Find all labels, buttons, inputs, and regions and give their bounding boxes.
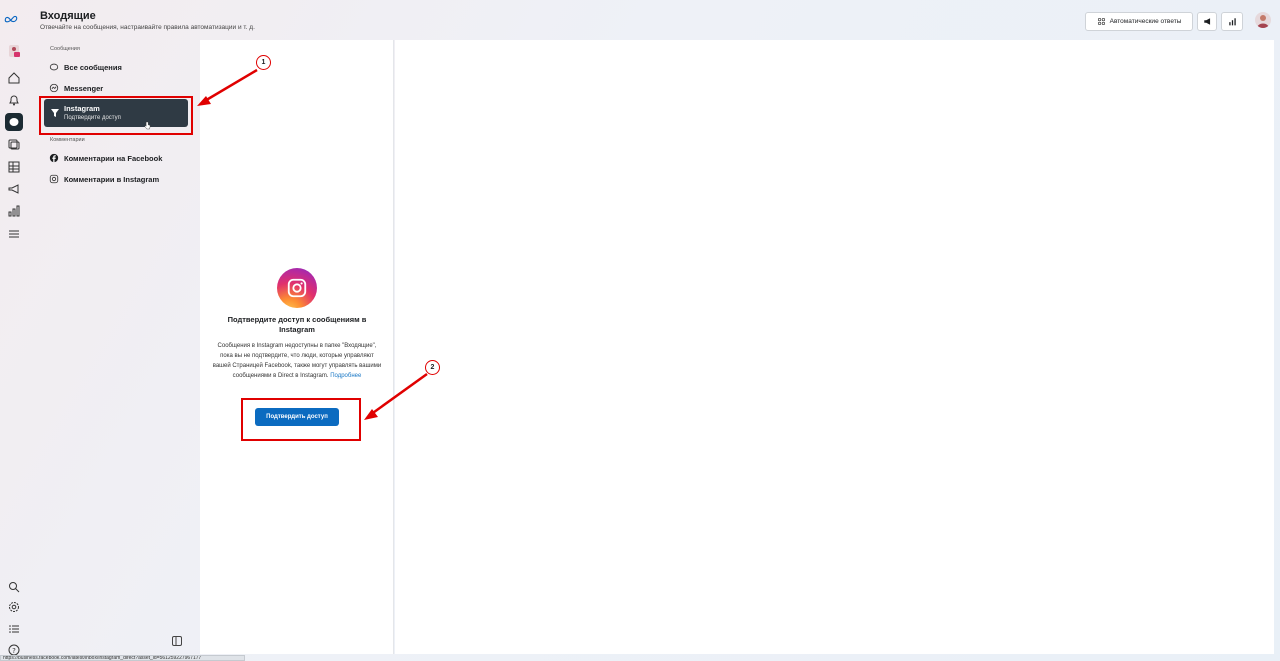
highlight-box-instagram <box>39 96 193 135</box>
svg-text:?: ? <box>12 647 16 655</box>
automation-icon <box>1097 17 1105 26</box>
chat-bubbles-icon <box>48 62 59 73</box>
empty-state-title: Подтвердите доступ к сообщениям в Instag… <box>227 315 367 334</box>
sidebar-item-label: Messenger <box>64 83 104 93</box>
sidebar-item-label: Комментарии в Instagram <box>64 174 160 184</box>
auto-replies-button[interactable]: Автоматические ответы <box>1085 12 1193 31</box>
settings-icon[interactable] <box>5 598 23 616</box>
sidebar-item-messenger[interactable]: Messenger <box>48 79 192 97</box>
messenger-icon <box>48 83 59 94</box>
instagram-icon <box>48 174 59 185</box>
page-header: Входящие Отвечайте на сообщения, настраи… <box>40 10 255 31</box>
home-icon[interactable] <box>5 69 23 87</box>
section-label-messages: Сообщения <box>50 46 80 52</box>
page-title: Входящие <box>40 10 96 22</box>
section-label-comments: Комментарии <box>50 137 85 143</box>
announcements-button[interactable] <box>1197 12 1217 31</box>
list-icon[interactable] <box>5 620 23 638</box>
empty-state-body: Сообщения в Instagram недоступны в папке… <box>212 341 382 381</box>
status-bar-url: https://business.facebook.com/latest/inb… <box>0 655 245 661</box>
conversation-detail-panel <box>395 40 1274 654</box>
sidebar-item-fb-comments[interactable]: Комментарии на Facebook <box>48 149 192 167</box>
search-icon[interactable] <box>5 578 23 596</box>
insights-button[interactable] <box>1221 12 1243 31</box>
page-subtitle: Отвечайте на сообщения, настраивайте пра… <box>40 24 255 31</box>
insights-icon[interactable] <box>5 202 23 220</box>
annotation-badge-2: 2 <box>425 360 440 375</box>
collapse-sidebar-icon[interactable] <box>172 636 182 646</box>
inbox-icon[interactable] <box>5 113 23 131</box>
megaphone-icon <box>1203 18 1210 25</box>
bar-chart-icon <box>1228 18 1236 26</box>
facebook-icon <box>48 153 59 164</box>
megaphone-icon[interactable] <box>5 180 23 198</box>
bell-icon[interactable] <box>5 91 23 109</box>
sidebar-item-all-messages[interactable]: Все сообщения <box>48 58 192 76</box>
content-icon[interactable] <box>5 135 23 153</box>
table-icon[interactable] <box>5 158 23 176</box>
sidebar-item-label: Комментарии на Facebook <box>64 153 163 163</box>
auto-replies-label: Автоматические ответы <box>1109 18 1182 25</box>
avatar[interactable] <box>1255 12 1271 28</box>
instagram-logo-icon <box>277 268 317 308</box>
sidebar-item-label: Все сообщения <box>64 62 122 72</box>
sidebar-item-ig-comments[interactable]: Комментарии в Instagram <box>48 170 192 188</box>
annotation-badge-1: 1 <box>256 55 271 70</box>
highlight-box-confirm <box>241 398 361 441</box>
learn-more-link[interactable]: Подробнее <box>330 373 361 379</box>
left-rail: ? <box>0 0 28 661</box>
meta-logo[interactable] <box>4 12 18 26</box>
business-account-icon[interactable] <box>5 42 23 60</box>
menu-icon[interactable] <box>5 225 23 243</box>
